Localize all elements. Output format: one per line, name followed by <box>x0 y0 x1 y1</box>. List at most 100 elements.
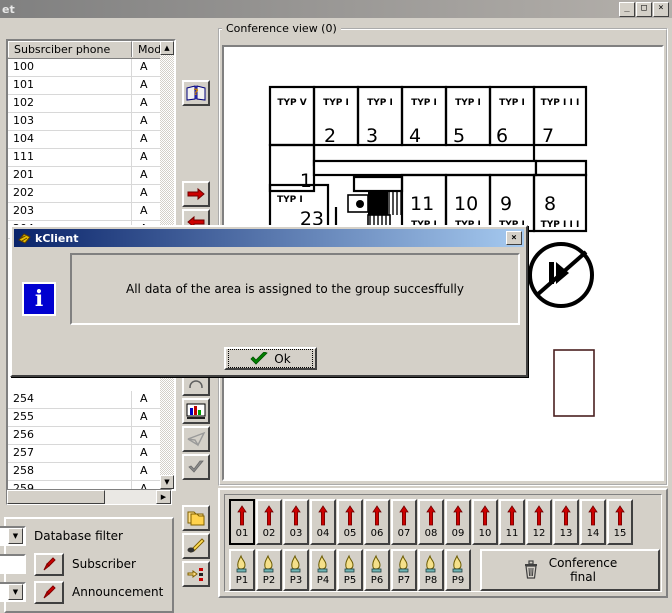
edit-button[interactable] <box>182 533 210 559</box>
application-window: et _ □ × Subsrciber phone Mode 100 A 101 A 1… <box>0 0 672 613</box>
maximize-button[interactable]: □ <box>636 2 652 17</box>
select-list-button[interactable] <box>182 561 210 587</box>
channel-button-05[interactable]: 05 <box>337 499 363 545</box>
table-row[interactable]: 104 A <box>8 131 174 149</box>
priority-button-label: P4 <box>316 575 330 586</box>
groups-button[interactable] <box>182 505 210 531</box>
grid-horizontal-scrollbar[interactable]: ▶ <box>6 489 172 505</box>
table-row[interactable]: 201 A <box>8 167 174 185</box>
channel-button-label: 12 <box>532 528 546 539</box>
announcement-combo[interactable]: t ▼ <box>0 582 26 602</box>
ok-button-label: Ok <box>274 351 291 366</box>
cell-phone: 203 <box>8 203 132 220</box>
channel-button-06[interactable]: 06 <box>364 499 390 545</box>
channel-button-label: 04 <box>316 528 330 539</box>
channel-button-02[interactable]: 02 <box>256 499 282 545</box>
dialog-close-button[interactable]: × <box>506 231 522 245</box>
close-button[interactable]: × <box>653 2 669 17</box>
svg-text:TYP I: TYP I <box>499 98 525 108</box>
priority-button-P2[interactable]: P2 <box>256 549 282 591</box>
table-row[interactable]: 100 A <box>8 59 174 77</box>
priority-button-P6[interactable]: P6 <box>364 549 390 591</box>
help-book-button[interactable]: ? <box>182 80 210 106</box>
conference-final-button[interactable]: Conference final <box>480 549 660 591</box>
priority-button-P5[interactable]: P5 <box>337 549 363 591</box>
table-row[interactable]: 257 A <box>8 445 174 463</box>
channel-button-13[interactable]: 13 <box>553 499 579 545</box>
subscriber-pin-button[interactable] <box>34 552 64 576</box>
channel-button-14[interactable]: 14 <box>580 499 606 545</box>
conference-priority-row: P1 P2 P3 P4 P5 P6 P7 P8 P9 <box>229 549 472 591</box>
ok-button-inner: Ok <box>228 349 313 368</box>
database-filter-panel: ▼ Database filter Subscriber t ▼ <box>0 517 174 613</box>
priority-button-P3[interactable]: P3 <box>283 549 309 591</box>
channel-button-10[interactable]: 10 <box>472 499 498 545</box>
priority-button-label: P5 <box>343 575 357 586</box>
assign-right-button[interactable] <box>182 181 210 207</box>
chevron-down-icon[interactable]: ▼ <box>8 584 23 600</box>
table-row[interactable]: 111 A <box>8 149 174 167</box>
arrow-up-icon <box>615 505 625 526</box>
table-row[interactable]: 259 A <box>8 481 174 489</box>
table-row[interactable]: 202 A <box>8 185 174 203</box>
channel-button-label: 05 <box>343 528 357 539</box>
priority-button-P9[interactable]: P9 <box>445 549 471 591</box>
channel-button-03[interactable]: 03 <box>283 499 309 545</box>
channel-button-label: 15 <box>613 528 627 539</box>
dialog-titlebar: kClient × <box>14 229 524 247</box>
channel-button-08[interactable]: 08 <box>418 499 444 545</box>
table-row[interactable]: 254 A <box>8 391 174 409</box>
table-row[interactable]: 203 A <box>8 203 174 221</box>
priority-button-label: P1 <box>235 575 249 586</box>
priority-button-P1[interactable]: P1 <box>229 549 255 591</box>
scroll-right-arrow-icon[interactable]: ▶ <box>156 490 171 504</box>
scroll-down-arrow-icon[interactable]: ▼ <box>160 475 174 489</box>
channel-button-09[interactable]: 09 <box>445 499 471 545</box>
send-button[interactable] <box>182 426 210 452</box>
hand-pointer-list-icon <box>187 568 203 581</box>
dialog-ok-button[interactable]: Ok <box>224 347 317 370</box>
table-row[interactable]: 102 A <box>8 95 174 113</box>
priority-button-P4[interactable]: P4 <box>310 549 336 591</box>
svg-text:1: 1 <box>300 170 312 192</box>
minimize-button[interactable]: _ <box>619 2 635 17</box>
channel-button-label: 11 <box>505 528 519 539</box>
table-row[interactable]: 258 A <box>8 463 174 481</box>
chevron-down-icon[interactable]: ▼ <box>8 528 23 544</box>
table-row[interactable]: 256 A <box>8 427 174 445</box>
cell-phone: 256 <box>8 427 132 444</box>
arrow-up-icon <box>291 505 301 526</box>
svg-text:TYP I: TYP I <box>367 98 393 108</box>
priority-button-P7[interactable]: P7 <box>391 549 417 591</box>
grid-header-row: Subsrciber phone Mode <box>8 41 174 59</box>
hand-flame-icon <box>317 554 328 573</box>
check-icon <box>250 351 269 365</box>
channel-button-label: 14 <box>586 528 600 539</box>
announcement-pin-button[interactable] <box>34 580 64 604</box>
channel-button-04[interactable]: 04 <box>310 499 336 545</box>
statistics-button[interactable] <box>182 398 210 424</box>
hscroll-thumb[interactable] <box>7 490 105 504</box>
svg-text:TYP I: TYP I <box>411 98 437 108</box>
table-row[interactable]: 101 A <box>8 77 174 95</box>
table-row[interactable]: 103 A <box>8 113 174 131</box>
svg-text:11: 11 <box>410 193 434 215</box>
arrow-up-icon <box>264 505 274 526</box>
priority-button-P8[interactable]: P8 <box>418 549 444 591</box>
channel-button-15[interactable]: 15 <box>607 499 633 545</box>
channel-button-07[interactable]: 07 <box>391 499 417 545</box>
confirm-button[interactable] <box>182 454 210 480</box>
channel-button-12[interactable]: 12 <box>526 499 552 545</box>
column-header-phone[interactable]: Subsrciber phone <box>8 41 132 57</box>
hscroll-track[interactable] <box>105 490 156 504</box>
red-pin-icon <box>43 585 56 599</box>
subscriber-input[interactable] <box>0 554 26 574</box>
channel-button-01[interactable]: 01 <box>229 499 255 545</box>
table-row[interactable]: 255 A <box>8 409 174 427</box>
channel-button-11[interactable]: 11 <box>499 499 525 545</box>
scroll-up-arrow-icon[interactable]: ▲ <box>160 41 174 55</box>
channel-button-label: 09 <box>451 528 465 539</box>
database-filter-combo[interactable]: ▼ <box>0 526 26 546</box>
cell-phone: 258 <box>8 463 132 480</box>
conference-toolbar: 01 02 03 04 05 06 07 08 09 10 11 12 13 14 15 P1 P2 P3 P4 P… <box>218 488 668 598</box>
